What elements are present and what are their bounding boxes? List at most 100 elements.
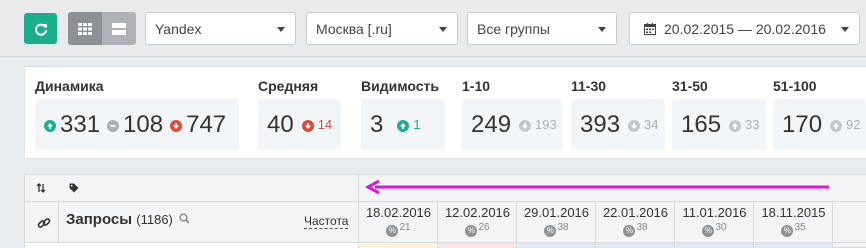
stat-label-average: Средняя — [258, 78, 319, 94]
sort-icon[interactable] — [33, 181, 49, 195]
grid-icon — [78, 22, 92, 35]
range-51-100-value: 170 — [782, 110, 823, 138]
percent-badge: % 38 — [596, 222, 675, 238]
stat-box-dynamics: 331 108 747 — [35, 99, 239, 150]
date-column-header[interactable]: 22.01.2016 — [596, 205, 675, 220]
percent-value: 35 — [794, 222, 806, 233]
queries-header[interactable]: Запросы (1186) — [66, 211, 190, 228]
stat-box-range-31-50: 165 33 — [672, 99, 766, 150]
date-column-header[interactable]: 11.01.2016 — [675, 205, 754, 220]
percent-badge: % 26 — [438, 222, 517, 238]
refresh-button[interactable] — [24, 13, 57, 44]
stat-label-visibility: Видимость — [361, 78, 439, 94]
annotation-arrow — [364, 180, 829, 194]
arrow-down-icon — [301, 119, 314, 132]
stat-box-range-1-10: 249 193 — [462, 99, 562, 150]
grid-view-button[interactable] — [68, 12, 102, 45]
percent-badge: % 38 — [517, 222, 596, 238]
group-select[interactable]: Все группы — [467, 12, 617, 45]
queries-label: Запросы — [66, 211, 133, 228]
visibility-delta: 1 — [413, 117, 421, 132]
chevron-down-icon — [277, 27, 285, 32]
date-range-value: 20.02.2015 — 20.02.2016 — [664, 20, 826, 37]
visibility-value: 3 — [370, 110, 384, 138]
dynamics-down-value: 747 — [186, 110, 227, 138]
table-cell — [360, 243, 438, 248]
range-51-100-delta: 92 — [846, 117, 861, 132]
chevron-down-icon — [439, 27, 447, 32]
region-value: Москва [.ru] — [316, 20, 392, 37]
percent-value: 38 — [636, 222, 648, 233]
arrow-up-icon — [729, 119, 742, 132]
date-column-header[interactable]: 18.11.2015 — [754, 205, 833, 220]
percent-badge: % 30 — [675, 222, 754, 238]
view-toggle — [68, 12, 136, 45]
stat-box-range-51-100: 170 92 — [773, 99, 866, 150]
stat-label-range-51-100: 51-100 — [773, 78, 817, 94]
table-row — [25, 243, 866, 248]
range-11-30-delta: 34 — [644, 117, 659, 132]
search-engine-select[interactable]: Yandex — [145, 12, 296, 45]
search-engine-value: Yandex — [155, 20, 202, 37]
percent-icon: % — [623, 225, 636, 238]
link-icon[interactable] — [36, 215, 52, 231]
date-column-header[interactable]: 29.01.2016 — [517, 205, 596, 220]
toolbar: Yandex Москва [.ru] Все группы 20.02.201… — [0, 0, 866, 57]
table-toolbar-row — [25, 175, 866, 202]
refresh-icon — [34, 23, 47, 36]
range-31-50-delta: 33 — [745, 117, 760, 132]
tag-icon[interactable] — [67, 181, 81, 195]
table-cell — [676, 243, 754, 248]
arrow-down-icon — [170, 119, 183, 132]
percent-value: 38 — [557, 222, 569, 233]
date-column-header[interactable]: 18.02.2016 — [359, 205, 438, 220]
queries-count: (1186) — [136, 212, 173, 227]
search-icon[interactable] — [179, 213, 190, 224]
percent-value: 21 — [399, 222, 411, 233]
arrow-down-icon — [519, 119, 532, 132]
percent-value: 30 — [715, 222, 727, 233]
date-column-header[interactable]: 12.02.2016 — [438, 205, 517, 220]
column-divider — [58, 202, 59, 243]
group-value: Все группы — [477, 20, 550, 37]
dynamics-up-value: 331 — [60, 110, 101, 138]
arrow-up-icon — [44, 119, 56, 132]
percent-icon: % — [781, 225, 794, 238]
list-icon — [112, 22, 126, 35]
table-cell — [439, 243, 517, 248]
minus-icon — [107, 119, 120, 132]
list-view-button[interactable] — [102, 12, 136, 45]
table-cell — [518, 243, 596, 248]
chevron-down-icon — [841, 27, 849, 32]
range-11-30-value: 393 — [580, 110, 621, 138]
percent-icon: % — [702, 225, 715, 238]
table-cell — [25, 243, 358, 248]
table-cell — [597, 243, 675, 248]
range-1-10-value: 249 — [471, 110, 512, 138]
range-31-50-value: 165 — [681, 110, 722, 138]
arrow-down-icon — [628, 119, 641, 132]
frequency-header[interactable]: Частота — [304, 214, 349, 229]
arrow-up-icon — [830, 119, 843, 132]
calendar-icon — [644, 22, 656, 35]
date-range-select[interactable]: 20.02.2015 — 20.02.2016 — [629, 12, 860, 45]
column-divider — [358, 175, 359, 202]
region-select[interactable]: Москва [.ru] — [306, 12, 458, 45]
range-1-10-delta: 193 — [535, 117, 557, 132]
average-delta: 14 — [317, 117, 333, 132]
table-cell — [755, 243, 833, 248]
stat-box-average: 40 14 — [258, 99, 341, 150]
percent-icon: % — [544, 225, 557, 238]
stat-label-dynamics: Динамика — [35, 78, 104, 94]
percent-badge: % 35 — [754, 222, 833, 238]
percent-badge: % 21 — [359, 222, 438, 238]
percent-icon: % — [386, 225, 399, 238]
stat-label-range-1-10: 1-10 — [462, 78, 491, 94]
stats-panel: Динамика 331 108 747 Средняя 40 14 Видим… — [24, 66, 866, 159]
stat-box-range-11-30: 393 34 — [571, 99, 665, 150]
average-value: 40 — [267, 110, 294, 138]
percent-icon: % — [465, 225, 478, 238]
stat-label-range-31-50: 31-50 — [672, 78, 708, 94]
arrow-up-icon — [397, 119, 410, 132]
percent-value: 26 — [478, 222, 490, 233]
